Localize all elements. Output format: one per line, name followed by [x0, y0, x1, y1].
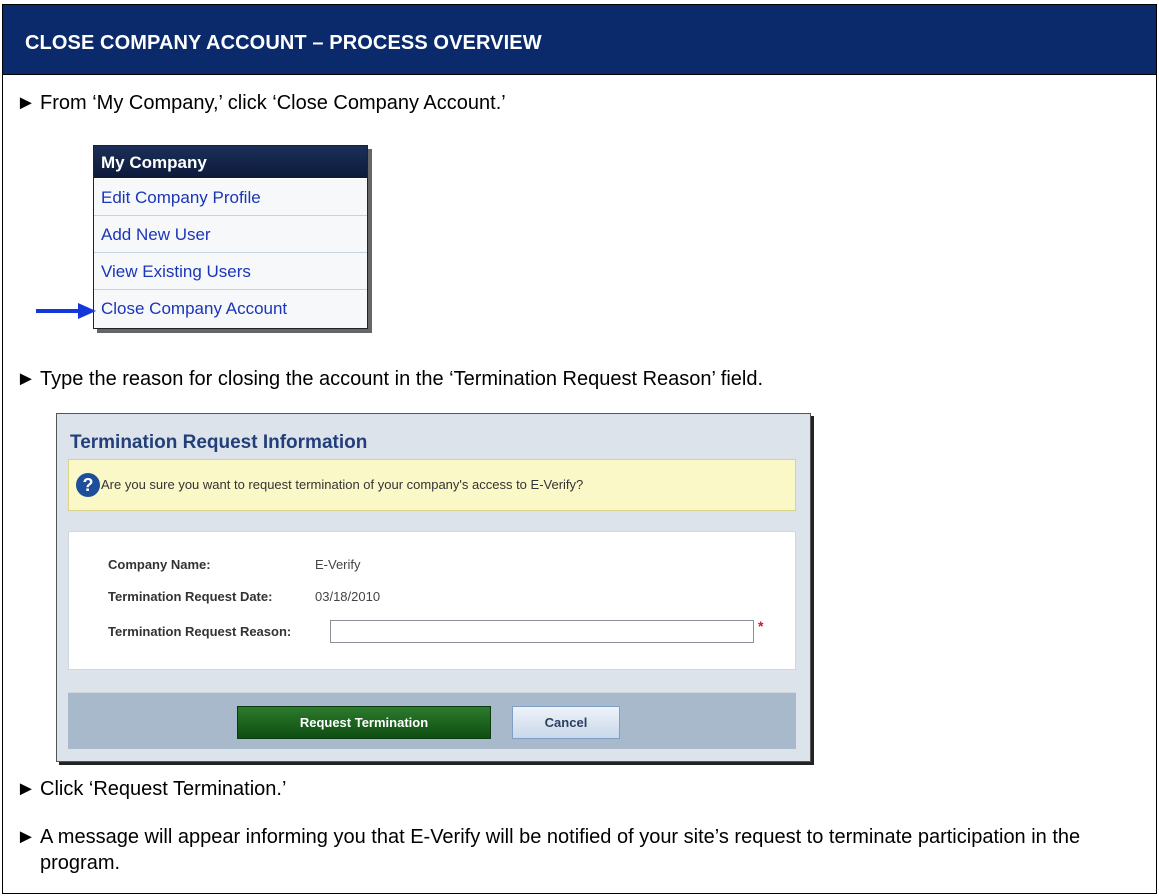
company-name-value: E-Verify [315, 557, 361, 572]
required-marker: * [758, 618, 764, 634]
termination-date-value: 03/18/2010 [315, 589, 381, 604]
warning-box: ? Are you sure you want to request termi… [68, 459, 796, 511]
step-3: ► Click ‘Request Termination.’ [16, 776, 286, 802]
step-2-text: Type the reason for closing the account … [40, 368, 764, 390]
warning-text: Are you sure you want to request termina… [101, 477, 584, 492]
step-2: ► Type the reason for closing the account… [16, 366, 763, 392]
termination-form: Company Name: E-Verify Termination Reque… [68, 531, 796, 670]
cancel-button[interactable]: Cancel [512, 706, 620, 739]
menu-item-close-company-account[interactable]: Close Company Account [94, 290, 367, 327]
termination-reason-label: Termination Request Reason: [108, 624, 292, 639]
question-icon: ? [76, 473, 100, 497]
header-bar: CLOSE COMPANY ACCOUNT – PROCESS OVERVIEW [2, 4, 1157, 75]
step-3-text: Click ‘Request Termination.’ [40, 778, 287, 800]
menu-title: My Company [94, 146, 367, 179]
bullet-icon: ► [16, 826, 36, 848]
page-title: CLOSE COMPANY ACCOUNT – PROCESS OVERVIEW [25, 32, 542, 54]
panel-title: Termination Request Information [70, 432, 368, 453]
step-1: ► From ‘My Company,’ click ‘Close Company… [16, 90, 506, 116]
step-4: ► A message will appear informing you tha… [16, 824, 1136, 876]
menu-item-view-existing-users[interactable]: View Existing Users [94, 253, 367, 290]
button-bar: Request Termination Cancel [68, 692, 796, 749]
step-1-text: From ‘My Company,’ click ‘Close Company … [40, 92, 506, 114]
my-company-menu: My Company Edit Company Profile Add New … [93, 145, 368, 329]
menu-item-add-new-user[interactable]: Add New User [94, 216, 367, 253]
step-4-text: A message will appear informing you that… [40, 826, 1081, 874]
bullet-icon: ► [16, 778, 36, 800]
bullet-icon: ► [16, 92, 36, 114]
pointer-arrow-icon [36, 303, 96, 319]
termination-request-panel: Termination Request Information ? Are yo… [56, 413, 811, 762]
bullet-icon: ► [16, 368, 36, 390]
company-name-label: Company Name: [108, 557, 211, 572]
request-termination-button[interactable]: Request Termination [237, 706, 491, 739]
menu-item-edit-company-profile[interactable]: Edit Company Profile [94, 179, 367, 216]
termination-date-label: Termination Request Date: [108, 589, 273, 604]
termination-reason-input[interactable] [330, 620, 754, 643]
